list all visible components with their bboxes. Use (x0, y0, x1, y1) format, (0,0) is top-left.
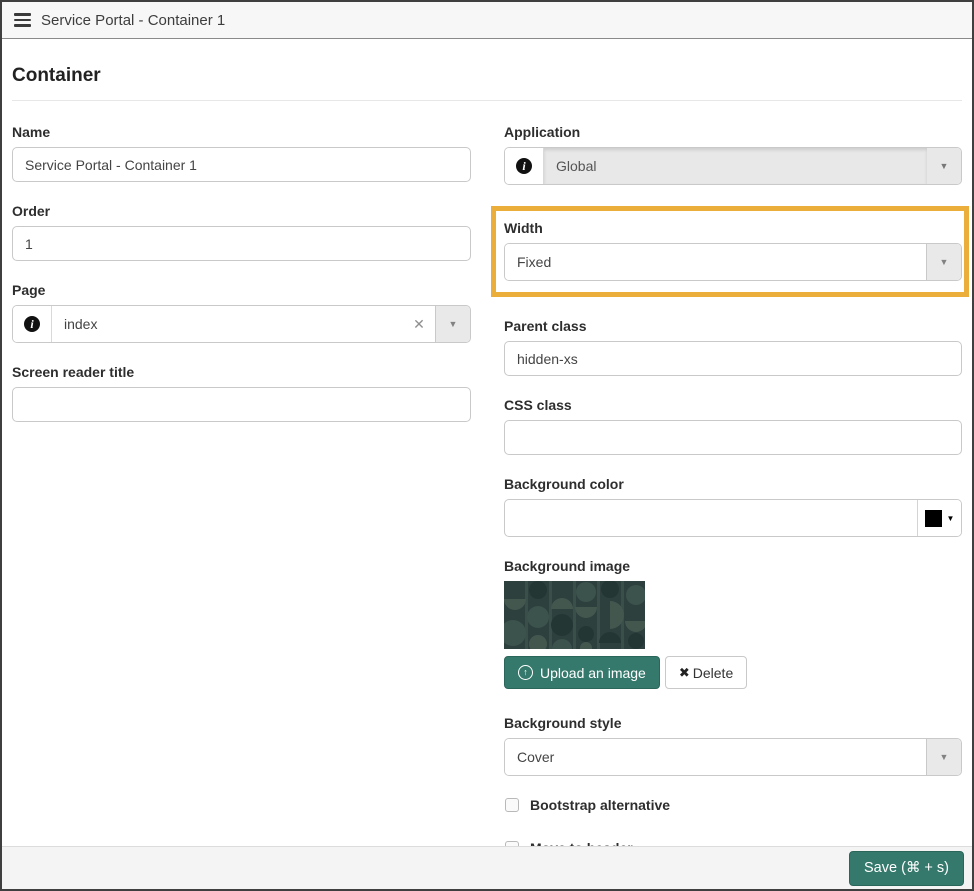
background-image-field-group: Background image ↑ Upload an image ✖ Del… (504, 558, 962, 689)
application-value[interactable]: Global (544, 148, 927, 184)
footer-bar: Save (⌘ + s) (2, 846, 972, 889)
css-class-field-group: CSS class (504, 397, 962, 455)
order-label: Order (12, 203, 51, 219)
background-style-select[interactable]: Cover ▼ (504, 738, 962, 776)
form-content: Container Name Order Page i (2, 39, 972, 846)
upload-button-label: Upload an image (540, 664, 646, 681)
page-info-segment: i (13, 306, 52, 342)
page-label: Page (12, 282, 46, 298)
screen-reader-title-label: Screen reader title (12, 364, 135, 380)
delete-button-label: Delete (692, 664, 734, 681)
chevron-down-icon[interactable]: ▼ (926, 739, 961, 775)
app-window: Service Portal - Container 1 Container N… (0, 0, 974, 891)
background-color-picker: ▼ (504, 499, 962, 537)
color-swatch-dropdown[interactable]: ▼ (917, 500, 961, 536)
parent-class-field-group: Parent class (504, 318, 962, 376)
background-color-value[interactable] (505, 500, 917, 536)
background-style-field-group: Background style Cover ▼ (504, 715, 962, 776)
chevron-down-icon: ▼ (946, 513, 955, 523)
info-icon[interactable]: i (516, 158, 532, 174)
application-field-group: Application i Global ▼ (504, 124, 962, 185)
upload-icon: ↑ (518, 665, 533, 680)
width-value: Fixed (505, 244, 926, 280)
page-reference-picker: i index ✕ ▼ (12, 305, 471, 343)
screen-reader-title-input[interactable] (12, 387, 471, 422)
delete-icon: ✖ (678, 664, 690, 680)
bootstrap-alternative-label: Bootstrap alternative (530, 797, 671, 813)
application-label: Application (504, 124, 581, 140)
titlebar: Service Portal - Container 1 (2, 2, 972, 39)
form-columns: Name Order Page i index ✕ ▼ (12, 124, 969, 846)
name-field-group: Name (12, 124, 471, 182)
info-icon[interactable]: i (24, 316, 40, 332)
background-image-label: Background image (504, 558, 631, 574)
width-label: Width (504, 220, 543, 236)
window-title: Service Portal - Container 1 (41, 11, 226, 29)
chevron-down-icon[interactable]: ▼ (435, 306, 470, 342)
screen-reader-title-field-group: Screen reader title (12, 364, 471, 422)
save-button[interactable]: Save (⌘ + s) (848, 850, 964, 886)
parent-class-label: Parent class (504, 318, 587, 334)
menu-icon[interactable] (14, 13, 31, 27)
width-highlight-annotation: Width Fixed ▼ (491, 206, 969, 297)
left-column: Name Order Page i index ✕ ▼ (12, 124, 471, 846)
name-label: Name (12, 124, 51, 140)
bootstrap-alternative-checkbox[interactable] (505, 798, 519, 812)
delete-image-button[interactable]: ✖ Delete (664, 656, 748, 689)
page-value[interactable]: index (52, 306, 403, 342)
upload-image-button[interactable]: ↑ Upload an image (504, 656, 660, 689)
background-style-label: Background style (504, 715, 622, 731)
page-field-group: Page i index ✕ ▼ (12, 282, 471, 343)
order-field-group: Order (12, 203, 471, 261)
application-select: i Global ▼ (504, 147, 962, 185)
heading-divider (12, 100, 962, 101)
right-column: Application i Global ▼ Width Fixed ▼ Par… (491, 124, 969, 846)
width-select[interactable]: Fixed ▼ (504, 243, 962, 281)
css-class-label: CSS class (504, 397, 572, 413)
page-title: Container (12, 65, 101, 86)
bootstrap-alternative-row: Bootstrap alternative (505, 797, 962, 813)
chevron-down-icon[interactable]: ▼ (927, 148, 961, 184)
name-input[interactable] (12, 147, 471, 182)
chevron-down-icon[interactable]: ▼ (926, 244, 961, 280)
order-input[interactable] (12, 226, 471, 261)
application-info-segment: i (505, 148, 544, 184)
background-color-field-group: Background color ▼ (504, 476, 962, 537)
background-image-thumbnail (504, 581, 645, 649)
clear-icon[interactable]: ✕ (403, 306, 435, 342)
parent-class-input[interactable] (504, 341, 962, 376)
background-color-label: Background color (504, 476, 624, 492)
css-class-input[interactable] (504, 420, 962, 455)
width-field-group: Width Fixed ▼ (504, 220, 962, 281)
color-swatch (924, 509, 942, 527)
image-actions-row: ↑ Upload an image ✖ Delete (504, 656, 962, 689)
background-style-value: Cover (505, 739, 926, 775)
